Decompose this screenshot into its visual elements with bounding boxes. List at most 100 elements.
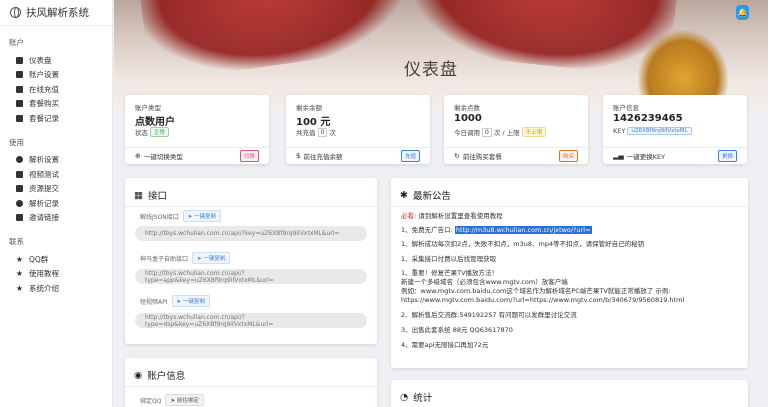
globe-icon [10, 7, 21, 18]
sidebar: 扶风解析系统 账户 仪表盘账户设置在线充值套餐购买套餐记录使用 解析设置视频测试 资源… [0, 0, 113, 407]
sidebar-item-label: 系统介绍 [29, 283, 59, 293]
copy-button[interactable]: ➤ 一键复制 [182, 210, 222, 222]
endpoint-url-field[interactable]: http://tbys.wchulian.com.cn/api/?type=ds… [135, 313, 367, 328]
sidebar-item-label: 解析设置 [29, 155, 59, 165]
stat-sub: 今日调用 0 次 / 上限 不上限 [454, 127, 547, 137]
stat-count-box: 0 [317, 127, 328, 137]
account-panel: ◉ 账户信息 绑定QQ ➤ 前往绑定 [125, 358, 377, 407]
sidebar-item-label: 邀请链接 [29, 213, 59, 223]
must-read-label: 必看: [401, 212, 417, 220]
endpoint-name: 神马盒子自助接口 [140, 255, 189, 263]
stat-sub-suffix: 次 [329, 129, 336, 137]
stat-card-points: 剩余点数 1000 今日调用 0 次 / 上限 不上限 ↻ 前往购买套餐 购买 [444, 95, 588, 164]
sidebar-item[interactable]: 邀请链接 [0, 211, 112, 226]
stat-label: 剩余点数 [454, 104, 480, 112]
switch-button[interactable]: 切换 [239, 150, 259, 162]
stat-value: 1000 [454, 113, 482, 124]
sidebar-item[interactable]: 账户设置 [0, 68, 112, 83]
sidebar-item[interactable]: 解析设置 [0, 153, 112, 168]
switch-icon: ⊕ [135, 152, 141, 160]
notice-line: 1、采集接口付费以后找管理获取 [401, 255, 497, 263]
sidebar-section-label: 使用 [9, 137, 24, 147]
notice-title-text: 最新公告 [412, 191, 451, 202]
api-panel: ▦ 接口 解线JSON接口 ➤ 一键复制 http://tbys.wchulia… [125, 178, 377, 344]
endpoint-label: 短视频API ➤ 一键复制 [140, 295, 210, 307]
status-badge: 正常 [150, 127, 170, 137]
video-icon [16, 170, 23, 178]
sidebar-item[interactable]: 套餐记录 [0, 111, 112, 126]
stat-card-account-type: 账户类型 点数用户 状态 正常 ⊕ 一键切换类型 切换 [125, 95, 269, 164]
signal-icon: ▂▄ [613, 152, 624, 160]
bind-btn-label: 前往绑定 [176, 398, 199, 404]
sidebar-item-label: 解析记录 [29, 198, 59, 208]
stat-footer: ⊕ 一键切换类型 切换 [125, 147, 269, 164]
bullhorn-icon: ✱ [400, 189, 408, 201]
stat-footer-text: 前往购买套餐 [462, 153, 502, 161]
copy-label: 一键复制 [194, 214, 217, 220]
notice-line: 新建一个多级域名（必须包含www.mgtv.com）放客户端 [401, 278, 568, 286]
copy-label: 一键复制 [182, 299, 205, 305]
stat-sub-mid: 次 / 上限 [493, 129, 520, 137]
app-title: 扶风解析系统 [26, 7, 89, 19]
sidebar-item[interactable]: 解析记录 [0, 196, 112, 211]
sidebar-item[interactable]: 在线充值 [0, 82, 112, 97]
endpoint-url-field[interactable]: http://tbys.wchulian.com.cn/api/?key=uZ6… [135, 226, 367, 241]
notice-must-read: 必看: 请到解析设置里查看使用教程 [401, 212, 503, 221]
notice-line: https://www.mgtv.com.baidu.com/?url=http… [401, 296, 685, 304]
user-settings-icon [16, 71, 23, 79]
copy-button[interactable]: ➤ 一键复制 [192, 252, 231, 264]
api-panel-title: ▦ 接口 [134, 188, 167, 203]
notice-panel-title: ✱ 最新公告 [400, 188, 451, 203]
sidebar-item-label: QQ群 [29, 254, 49, 264]
sidebar-item[interactable]: ★ 使用教程 [0, 267, 112, 282]
plan-record-icon [16, 114, 23, 122]
stat-footer-text: 一键切换类型 [143, 153, 183, 161]
stat-label: 账户信息 [613, 104, 639, 112]
sidebar-item[interactable]: 套餐购买 [0, 97, 112, 112]
sidebar-item[interactable]: 资源提交 [0, 182, 112, 197]
stat-sub-prefix: 状态 [135, 129, 148, 137]
statistics-panel: ◔ 统计 [391, 380, 748, 407]
buy-button[interactable]: 购买 [558, 150, 578, 162]
stat-footer-text: 一键更换KEY [626, 153, 666, 161]
recharge-icon [16, 85, 23, 93]
endpoint-label: 神马盒子自助接口 ➤ 一键复制 [140, 252, 231, 264]
stat-count-box: 0 [482, 127, 492, 137]
divider [125, 206, 377, 207]
stat-sub: 状态 正常 [135, 127, 170, 137]
endpoint-name: 解线JSON接口 [140, 213, 179, 221]
stat-value: 100 元 [296, 117, 331, 128]
copy-button[interactable]: ➤ 一键复制 [171, 295, 210, 307]
notice-line: 例如：www.mgtv.com.baidu.com这个域名作为解析域名PC端芒果… [401, 287, 671, 295]
recharge-button[interactable]: 充值 [400, 150, 420, 162]
bind-qq-button[interactable]: ➤ 前往绑定 [165, 394, 204, 406]
change-key-button[interactable]: 更换 [717, 150, 737, 162]
endpoint-url-field[interactable]: http://tbys.wchulian.com.cn/api/?type=ap… [135, 269, 367, 284]
stat-sub-prefix: KEY [613, 127, 626, 135]
notification-bell-icon[interactable]: 🔔 [736, 5, 749, 20]
star-icon: ★ [15, 254, 24, 264]
sidebar-section-label: 联系 [9, 237, 24, 246]
free-api-link[interactable]: http://m3u8.wchulian.com.cn/jxtwo/?url= [454, 226, 592, 234]
sidebar-item[interactable]: 视频测试 [0, 167, 112, 182]
sidebar-item-label: 仪表盘 [29, 55, 52, 65]
sidebar-item[interactable]: 仪表盘 [0, 53, 112, 68]
sidebar-item-label: 套餐购买 [29, 99, 59, 109]
stat-label: 剩余余额 [296, 104, 322, 112]
endpoint-name: 短视频API [140, 298, 168, 306]
endpoint-label: 解线JSON接口 ➤ 一键复制 [140, 210, 222, 222]
copy-label: 一键复制 [203, 256, 226, 262]
cart-icon [16, 100, 23, 108]
divider [125, 386, 377, 387]
key-badge: uZ6XBf9rq9iIVxtxML [627, 127, 692, 135]
user-circle-icon: ◉ [134, 369, 143, 381]
star-icon: ★ [15, 269, 24, 279]
sidebar-item[interactable]: ★ QQ群 [0, 252, 112, 267]
brand[interactable]: 扶风解析系统 [0, 0, 112, 26]
notice-line: 1、免费无广告口: http://m3u8.wchulian.com.cn/jx… [401, 226, 592, 235]
sidebar-item-label: 账户设置 [29, 70, 59, 80]
dollar-icon: $ [296, 152, 301, 160]
sidebar-section-label: 账户 [9, 38, 24, 47]
sidebar-item[interactable]: ★ 系统介绍 [0, 281, 112, 296]
tag-icon [16, 214, 23, 222]
